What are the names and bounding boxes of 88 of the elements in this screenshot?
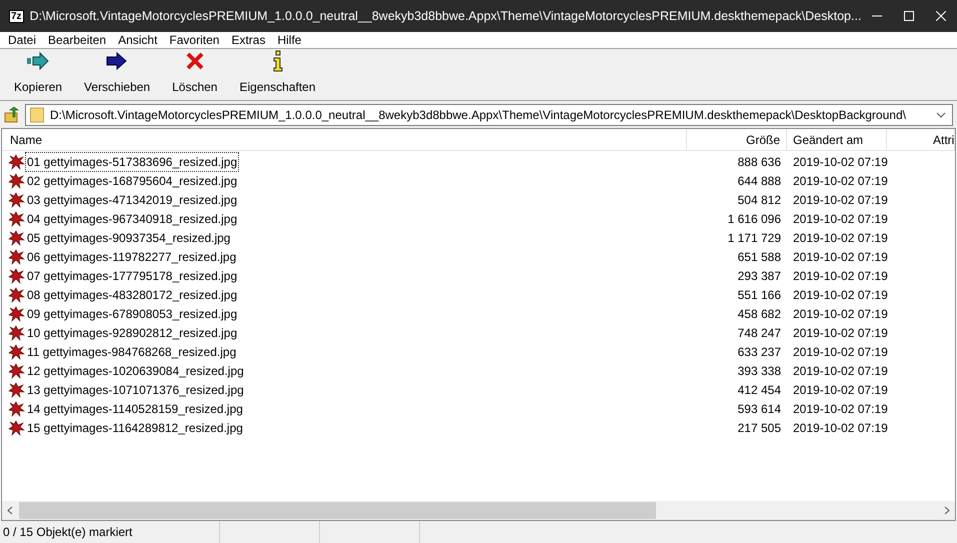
- file-size: 551 166: [736, 286, 782, 304]
- file-size: 458 682: [736, 306, 782, 322]
- menu-item[interactable]: Extras: [225, 31, 272, 49]
- file-size: 748 247: [736, 324, 782, 342]
- menu-item[interactable]: Hilfe: [271, 31, 308, 49]
- toolbar-button[interactable]: Eigenschaften: [231, 50, 324, 96]
- toolbar-button[interactable]: Verschieben: [76, 50, 158, 96]
- file-name[interactable]: 15 gettyimages-1164289812_resized.jpg: [26, 418, 244, 436]
- file-size: 1 616 096: [726, 210, 782, 228]
- file-size: 293 387: [736, 268, 782, 284]
- menu-item[interactable]: Datei: [2, 31, 42, 49]
- column-header[interactable]: Größe: [687, 129, 787, 150]
- modified-date: 2019-10-02 07:19: [792, 382, 887, 398]
- app-icon: 7z: [9, 10, 24, 22]
- modified-date: 2019-10-02 07:19: [792, 268, 887, 284]
- image-file-icon: [8, 286, 25, 302]
- modified-date: 2019-10-02 07:19: [792, 154, 887, 170]
- modified-date: 2019-10-02 07:19: [792, 400, 887, 418]
- file-size: 412 454: [736, 382, 782, 398]
- file-name[interactable]: 12 gettyimages-1020639084_resized.jpg: [26, 362, 245, 380]
- image-file-icon: [8, 306, 25, 322]
- file-size: 217 505: [736, 420, 782, 436]
- menu-item[interactable]: Ansicht: [112, 31, 164, 49]
- image-file-icon: [8, 362, 25, 378]
- modified-date: 2019-10-02 07:19: [792, 344, 887, 360]
- file-name[interactable]: 05 gettyimages-90937354_resized.jpg: [26, 228, 232, 246]
- file-name[interactable]: 09 gettyimages-678908053_resized.jpg: [26, 304, 238, 322]
- image-file-icon: [8, 324, 25, 340]
- column-header[interactable]: Geändert am: [787, 129, 887, 150]
- folder-icon: [30, 106, 44, 122]
- maximize-icon: [904, 11, 914, 21]
- modified-date: 2019-10-02 07:19: [792, 172, 887, 190]
- address-field[interactable]: D:\Microsoft.VintageMotorcyclesPREMIUM_1.0.0.0_neutral__8wekyb3d8bbwe.Appx\Theme\VintageMotorcyclesPREMIUM.deskthemepack\DesktopBackground\: [25, 104, 953, 126]
- image-file-icon: [8, 268, 25, 284]
- file-name[interactable]: 10 gettyimages-928902812_resized.jpg: [26, 324, 238, 342]
- file-size: 504 812: [736, 192, 782, 208]
- window-title: D:\Microsoft.VintageMotorcyclesPREMIUM_1.0.0.0_neutral__8wekyb3d8bbwe.Appx\Theme\VintageMotorcyclesPREMIUM.deskthemepack\Desktop...: [30, 8, 862, 25]
- copy-arrow-icon: [26, 51, 50, 71]
- file-name[interactable]: 06 gettyimages-119782277_resized.jpg: [26, 248, 238, 266]
- toolbar-button[interactable]: Kopieren: [6, 50, 70, 96]
- modified-date: 2019-10-02 07:19: [792, 210, 887, 228]
- delete-icon: [184, 51, 205, 71]
- file-name[interactable]: 07 gettyimages-177795178_resized.jpg: [26, 266, 238, 284]
- image-file-icon: [8, 248, 25, 264]
- image-file-icon: [8, 382, 25, 398]
- image-file-icon: [8, 172, 25, 188]
- file-size: 888 636: [736, 154, 782, 170]
- modified-date: 2019-10-02 07:19: [792, 192, 887, 208]
- info-icon: [270, 50, 284, 72]
- file-name[interactable]: 03 gettyimages-471342019_resized.jpg: [26, 190, 238, 208]
- file-size: 651 588: [736, 248, 782, 266]
- horizontal-scrollbar[interactable]: [2, 501, 955, 520]
- close-icon: [936, 11, 946, 21]
- image-file-icon: [8, 154, 25, 170]
- file-name[interactable]: 04 gettyimages-967340918_resized.jpg: [26, 210, 238, 228]
- file-size: 393 338: [736, 362, 782, 380]
- image-file-icon: [8, 400, 25, 416]
- file-size: 633 237: [736, 344, 782, 360]
- modified-date: 2019-10-02 07:19: [792, 362, 887, 380]
- image-file-icon: [8, 344, 25, 360]
- modified-date: 2019-10-02 07:19: [792, 306, 887, 322]
- folder-up-icon[interactable]: [4, 106, 20, 122]
- image-file-icon: [8, 230, 25, 246]
- menu-item[interactable]: Bearbeiten: [42, 31, 112, 49]
- status-text: 0 / 15 Objekt(e) markiert: [0, 521, 220, 543]
- modified-date: 2019-10-02 07:19: [792, 230, 887, 246]
- menu-item[interactable]: Favoriten: [163, 31, 226, 49]
- modified-date: 2019-10-02 07:19: [792, 324, 887, 342]
- column-header[interactable]: Attri: [887, 129, 955, 150]
- modified-date: 2019-10-02 07:19: [792, 286, 887, 304]
- column-header[interactable]: Name: [2, 129, 687, 150]
- modified-date: 2019-10-02 07:19: [792, 248, 887, 266]
- scrollbar-thumb[interactable]: [19, 502, 656, 519]
- file-name[interactable]: 08 gettyimages-483280172_resized.jpg: [26, 286, 238, 304]
- file-size: 593 614: [736, 400, 782, 418]
- file-size: 1 171 729: [726, 230, 782, 246]
- image-file-icon: [8, 210, 25, 226]
- file-name[interactable]: 02 gettyimages-168795604_resized.jpg: [26, 172, 238, 190]
- image-file-icon: [8, 192, 25, 208]
- file-size: 644 888: [736, 172, 782, 190]
- move-arrow-icon: [105, 51, 130, 71]
- modified-date: 2019-10-02 07:19: [792, 420, 887, 436]
- file-name[interactable]: 01 gettyimages-517383696_resized.jpg: [26, 152, 238, 170]
- file-name[interactable]: 11 gettyimages-984768268_resized.jpg: [26, 342, 238, 360]
- image-file-icon: [8, 420, 25, 436]
- file-name[interactable]: 14 gettyimages-1140528159_resized.jpg: [26, 400, 244, 418]
- toolbar-button[interactable]: Löschen: [164, 50, 226, 96]
- file-name[interactable]: 13 gettyimages-1071071376_resized.jpg: [26, 380, 245, 398]
